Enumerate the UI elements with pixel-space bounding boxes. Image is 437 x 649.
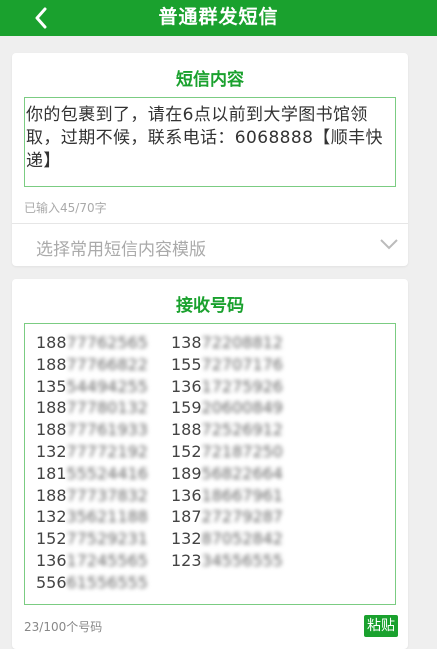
phone-prefix: 189 — [171, 463, 202, 483]
phone-number: 13872208812 — [171, 333, 283, 352]
phone-masked-digits: 77761933 — [66, 420, 148, 440]
phone-prefix: 132 — [171, 529, 202, 549]
phone-number: 18727279287 — [171, 507, 283, 526]
chevron-down-icon — [380, 239, 398, 250]
phone-masked-digits: 35621188 — [66, 507, 148, 527]
phone-number: 18877766822 — [36, 355, 148, 374]
phone-masked-digits: 55524416 — [66, 463, 148, 483]
phone-prefix: 188 — [36, 333, 67, 352]
phone-row: 18877737832 13618667961 — [36, 486, 395, 508]
phone-number: 55661556555 — [36, 573, 148, 592]
phone-masked-digits: 77766822 — [66, 354, 148, 374]
phone-masked-digits: 77772192 — [66, 441, 148, 461]
phone-number: 13617275926 — [171, 377, 283, 396]
number-count: 23/100个号码 — [24, 620, 103, 634]
phone-row: 18877761933 18872526912 — [36, 420, 395, 442]
recipients-card-title: 接收号码 — [176, 296, 244, 316]
phone-masked-digits: 20600849 — [201, 398, 283, 418]
phone-number: 18877780132 — [36, 398, 148, 417]
message-card: 短信内容 你的包裹到了，请在6点以前到大学图书馆领取，过期不候，联系电话：606… — [12, 53, 408, 266]
top-bar: 普通群发短信 — [0, 0, 437, 36]
phone-prefix: 136 — [171, 485, 202, 505]
recipient-numbers-input[interactable]: 18877762565 13872208812 18877766822 1557270… — [24, 323, 396, 605]
phone-masked-digits: 72208812 — [201, 333, 283, 352]
phone-number: 13617245565 — [36, 551, 148, 570]
phone-number: 18877762565 — [36, 333, 148, 352]
phone-prefix: 152 — [36, 529, 67, 549]
phone-masked-digits: 87052842 — [201, 529, 283, 549]
phone-row: 55661556555 — [36, 573, 395, 595]
phone-number: 13287052842 — [171, 529, 283, 548]
phone-prefix: 188 — [171, 420, 202, 440]
phone-number: 12334556555 — [171, 551, 283, 570]
phone-masked-digits: 72526912 — [201, 420, 283, 440]
phone-number: 18877761933 — [36, 420, 148, 439]
phone-masked-digits: 54494255 — [66, 376, 148, 396]
phone-masked-digits: 72187250 — [201, 441, 283, 461]
phone-prefix: 556 — [36, 572, 67, 592]
phone-prefix: 132 — [36, 441, 67, 461]
phone-masked-digits: 18667961 — [201, 485, 283, 505]
phone-masked-digits: 77780132 — [66, 398, 148, 418]
phone-prefix: 135 — [36, 376, 67, 396]
phone-prefix: 132 — [36, 507, 67, 527]
phone-number: 18872526912 — [171, 420, 283, 439]
phone-prefix: 123 — [171, 550, 202, 570]
phone-masked-digits: 27279287 — [201, 507, 283, 527]
phone-masked-digits: 72707176 — [201, 354, 283, 374]
template-select-label: 选择常用短信内容模版 — [36, 240, 206, 260]
phone-row: 13235621188 18727279287 — [36, 507, 395, 529]
phone-number: 13554494255 — [36, 377, 148, 396]
phone-prefix: 188 — [36, 398, 67, 418]
char-count: 已输入45/70字 — [24, 201, 107, 215]
phone-number: 18877737832 — [36, 486, 148, 505]
phone-masked-digits: 61556555 — [66, 572, 148, 592]
phone-prefix: 155 — [171, 354, 202, 374]
recipients-card: 接收号码 18877762565 13872208812 18877766822 15… — [12, 279, 408, 649]
phone-number: 15920600849 — [171, 398, 283, 417]
phone-number: 15272187250 — [171, 442, 283, 461]
phone-masked-digits: 17275926 — [201, 376, 283, 396]
phone-number: 15572707176 — [171, 355, 283, 374]
phone-prefix: 188 — [36, 354, 67, 374]
message-card-title: 短信内容 — [176, 70, 244, 90]
phone-masked-digits: 77529231 — [66, 529, 148, 549]
phone-prefix: 152 — [171, 441, 202, 461]
phone-masked-digits: 34556555 — [201, 550, 283, 570]
phone-number: 15277529231 — [36, 529, 148, 548]
phone-number: 18155524416 — [36, 464, 148, 483]
phone-row: 18877762565 13872208812 — [36, 333, 395, 355]
phone-row: 18155524416 18956822664 — [36, 464, 395, 486]
phone-masked-digits: 17245565 — [66, 550, 148, 570]
phone-number: 13235621188 — [36, 507, 148, 526]
phone-prefix: 138 — [171, 333, 202, 352]
phone-prefix: 188 — [36, 420, 67, 440]
page-title: 普通群发短信 — [158, 6, 279, 28]
phone-prefix: 187 — [171, 507, 202, 527]
phone-row: 18877780132 15920600849 — [36, 398, 395, 420]
phone-prefix: 159 — [171, 398, 202, 418]
phone-masked-digits: 56822664 — [201, 463, 283, 483]
phone-row: 13277772192 15272187250 — [36, 442, 395, 464]
phone-prefix: 136 — [171, 376, 202, 396]
phone-number: 13618667961 — [171, 486, 283, 505]
message-content-input[interactable]: 你的包裹到了，请在6点以前到大学图书馆领取，过期不候，联系电话：6068888【… — [24, 97, 396, 187]
phone-row: 13554494255 13617275926 — [36, 377, 395, 399]
phone-masked-digits: 77762565 — [66, 333, 148, 352]
phone-prefix: 181 — [36, 463, 67, 483]
phone-prefix: 188 — [36, 485, 67, 505]
template-select[interactable]: 选择常用短信内容模版 — [12, 224, 408, 266]
phone-row: 15277529231 13287052842 — [36, 529, 395, 551]
phone-number: 18956822664 — [171, 464, 283, 483]
phone-row: 18877766822 15572707176 — [36, 355, 395, 377]
phone-prefix: 136 — [36, 550, 67, 570]
phone-row: 13617245565 12334556555 — [36, 551, 395, 573]
phone-number: 13277772192 — [36, 442, 148, 461]
phone-masked-digits: 77737832 — [66, 485, 148, 505]
paste-button[interactable]: 粘贴 — [364, 615, 398, 637]
